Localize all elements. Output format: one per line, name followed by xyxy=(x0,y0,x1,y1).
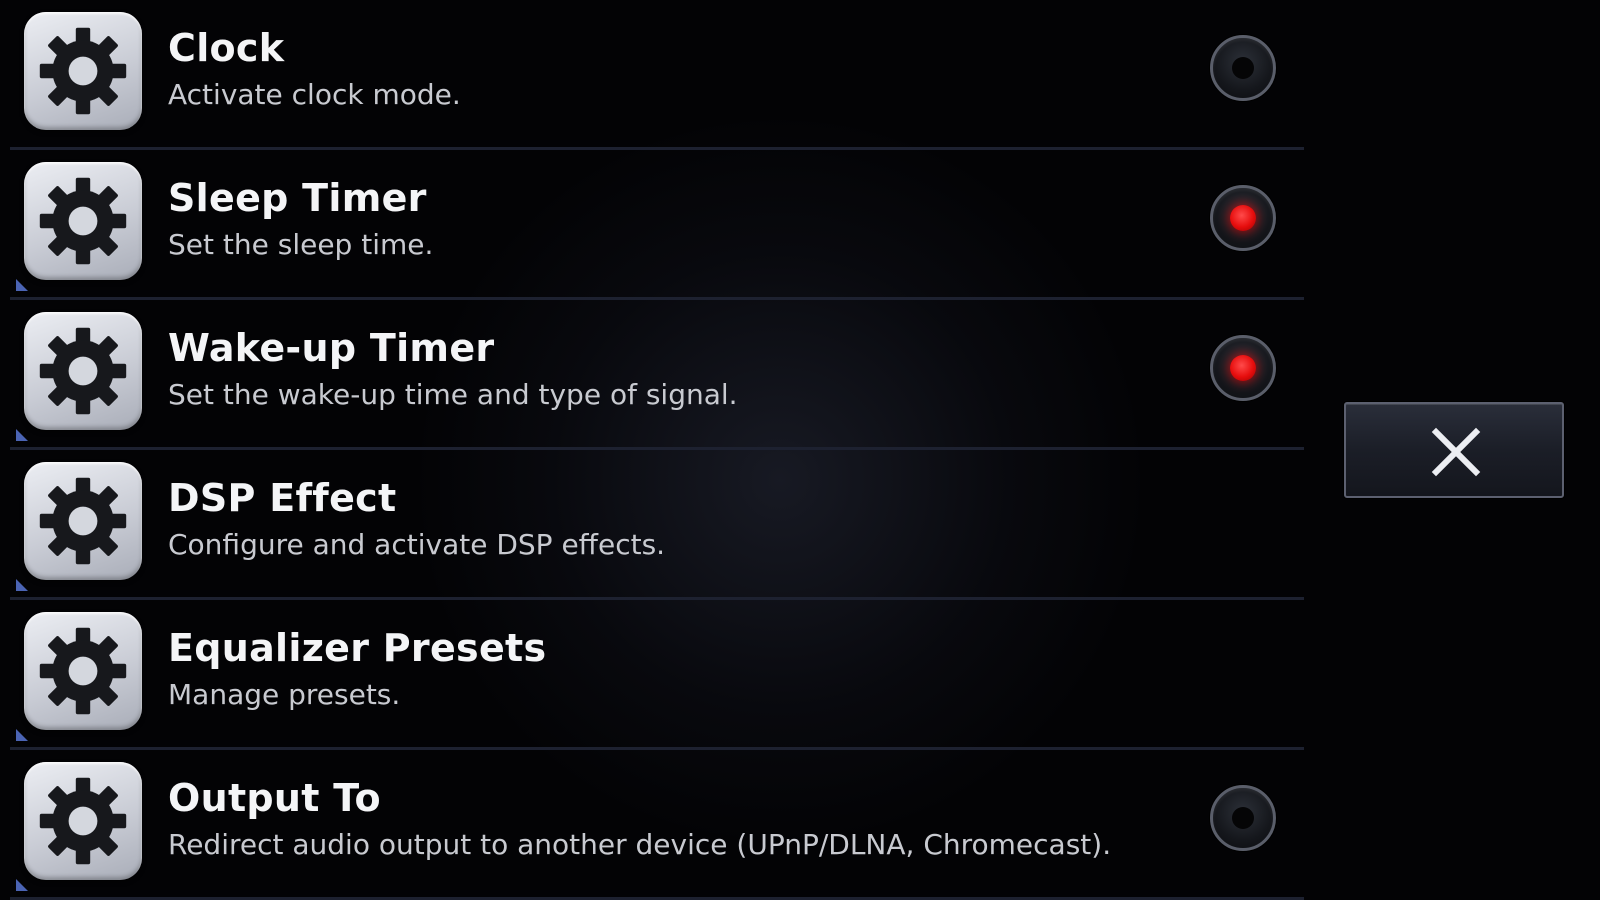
menu-item-title: DSP Effect xyxy=(168,476,397,520)
menu-item-equalizer-presets[interactable]: Equalizer Presets Manage presets. xyxy=(10,600,1304,750)
toggle-indicator xyxy=(1230,355,1256,381)
menu-item-title: Output To xyxy=(168,776,381,820)
gear-icon xyxy=(24,162,142,280)
toggle-indicator xyxy=(1230,205,1256,231)
menu-item-description: Activate clock mode. xyxy=(168,78,461,111)
menu-item-dsp-effect[interactable]: DSP Effect Configure and activate DSP ef… xyxy=(10,450,1304,600)
sleep-timer-toggle[interactable] xyxy=(1210,185,1276,251)
output-to-toggle[interactable] xyxy=(1210,785,1276,851)
menu-item-description: Redirect audio output to another device … xyxy=(168,828,1112,861)
gear-icon xyxy=(24,12,142,130)
gear-icon xyxy=(24,312,142,430)
close-icon xyxy=(1431,427,1481,477)
menu-item-title: Wake-up Timer xyxy=(168,326,495,370)
submenu-indicator-icon xyxy=(16,429,28,441)
menu-item-wake-up-timer[interactable]: Wake-up Timer Set the wake-up time and t… xyxy=(10,300,1304,450)
menu-item-title: Equalizer Presets xyxy=(168,626,547,670)
wake-up-timer-toggle[interactable] xyxy=(1210,335,1276,401)
submenu-indicator-icon xyxy=(16,879,28,891)
gear-icon xyxy=(24,612,142,730)
menu-item-clock[interactable]: Clock Activate clock mode. xyxy=(10,0,1304,150)
menu-item-description: Manage presets. xyxy=(168,678,401,711)
gear-icon xyxy=(24,462,142,580)
menu-item-description: Configure and activate DSP effects. xyxy=(168,528,666,561)
submenu-indicator-icon xyxy=(16,579,28,591)
submenu-indicator-icon xyxy=(16,279,28,291)
menu-item-sleep-timer[interactable]: Sleep Timer Set the sleep time. xyxy=(10,150,1304,300)
settings-menu-list: Clock Activate clock mode. Sleep Timer S… xyxy=(10,0,1304,900)
menu-item-description: Set the sleep time. xyxy=(168,228,434,261)
toggle-indicator xyxy=(1232,57,1254,79)
menu-item-title: Clock xyxy=(168,26,285,70)
close-button[interactable] xyxy=(1344,402,1564,498)
menu-item-output-to[interactable]: Output To Redirect audio output to anoth… xyxy=(10,750,1304,900)
gear-icon xyxy=(24,762,142,880)
menu-item-description: Set the wake-up time and type of signal. xyxy=(168,378,738,411)
toggle-indicator xyxy=(1232,807,1254,829)
clock-toggle[interactable] xyxy=(1210,35,1276,101)
submenu-indicator-icon xyxy=(16,729,28,741)
menu-item-title: Sleep Timer xyxy=(168,176,427,220)
